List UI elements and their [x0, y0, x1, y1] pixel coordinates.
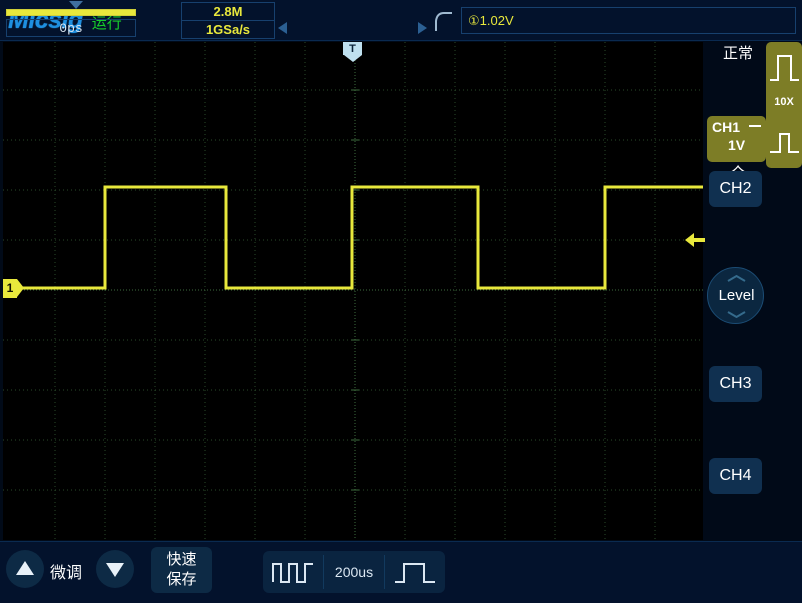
trigger-position-marker-label: T: [349, 43, 356, 55]
fine-adjust-up-button[interactable]: [6, 550, 44, 588]
ch1-waveform-trace: [3, 185, 703, 290]
trigger-level-knob-label: Level: [718, 287, 755, 304]
chevron-up-icon[interactable]: [726, 274, 747, 283]
acquisition-info-box[interactable]: 2.8M 1GSa/s: [181, 2, 275, 39]
memory-depth-value: 2.8M: [182, 3, 274, 21]
trigger-level-knob[interactable]: Level: [707, 267, 764, 324]
horizontal-position-value: 0ps: [6, 19, 136, 37]
triangle-down-icon: [106, 563, 124, 577]
timebase-zoom-out-button[interactable]: [263, 551, 323, 593]
triangle-up-icon: [16, 561, 34, 575]
ch1-scale-label: 1V: [727, 137, 746, 153]
ch1-settings-button[interactable]: CH1 1V: [707, 116, 766, 162]
trigger-position-marker[interactable]: T: [343, 42, 362, 62]
timebase-zoom-in-button[interactable]: [385, 551, 445, 593]
ch4-button[interactable]: CH4: [709, 458, 762, 494]
ch1-label: CH1: [712, 119, 741, 135]
position-right-arrow-icon[interactable]: [418, 22, 427, 34]
position-left-arrow-icon[interactable]: [278, 22, 287, 34]
quick-save-line2: 保存: [166, 571, 197, 588]
oscilloscope-screen: Micsig 运行 2.8M 1GSa/s 0ps ①1.02V T 1 正常 …: [0, 0, 802, 603]
memory-position-marker-icon: [69, 1, 83, 9]
dc-coupling-icon: [749, 125, 761, 127]
ch1-ground-marker-label: 1: [6, 281, 14, 295]
pulse-wide-icon[interactable]: [766, 44, 802, 92]
top-status-bar: Micsig 运行 2.8M 1GSa/s 0ps ①1.02V: [0, 0, 802, 41]
ch2-button[interactable]: CH2: [709, 171, 762, 207]
trigger-level-text: ①1.02V: [468, 13, 514, 28]
probe-attenuation-panel[interactable]: 10X: [766, 42, 802, 168]
fine-adjust-label: 微调: [50, 565, 83, 582]
trigger-mode-label[interactable]: 正常: [710, 42, 766, 63]
sample-rate-value: 1GSa/s: [205, 22, 251, 37]
channel-sidebar: 正常 CH1 1V 全 10X CH2 Level CH3: [704, 42, 802, 540]
trigger-level-arrow-icon[interactable]: [684, 230, 706, 250]
chevron-down-icon[interactable]: [726, 310, 747, 319]
ch3-button[interactable]: CH3: [709, 366, 762, 402]
pulse-narrow-icon[interactable]: [766, 118, 802, 166]
waveform-plot-area[interactable]: [3, 42, 703, 540]
memory-bar[interactable]: [6, 1, 136, 16]
timebase-value[interactable]: 200us: [324, 551, 384, 593]
quick-save-button[interactable]: 快速 保存: [151, 547, 212, 593]
multi-pulse-icon: [272, 563, 313, 583]
trigger-info-box[interactable]: ①1.02V: [461, 7, 796, 34]
ch1-ground-marker[interactable]: 1: [3, 279, 24, 298]
timebase-control-group: 200us: [263, 551, 445, 593]
quick-save-line1: 快速: [166, 551, 197, 568]
rising-edge-icon[interactable]: [434, 11, 454, 33]
single-pulse-icon: [395, 563, 435, 583]
fine-adjust-down-button[interactable]: [96, 550, 134, 588]
probe-attenuation-value: 10X: [774, 96, 794, 108]
